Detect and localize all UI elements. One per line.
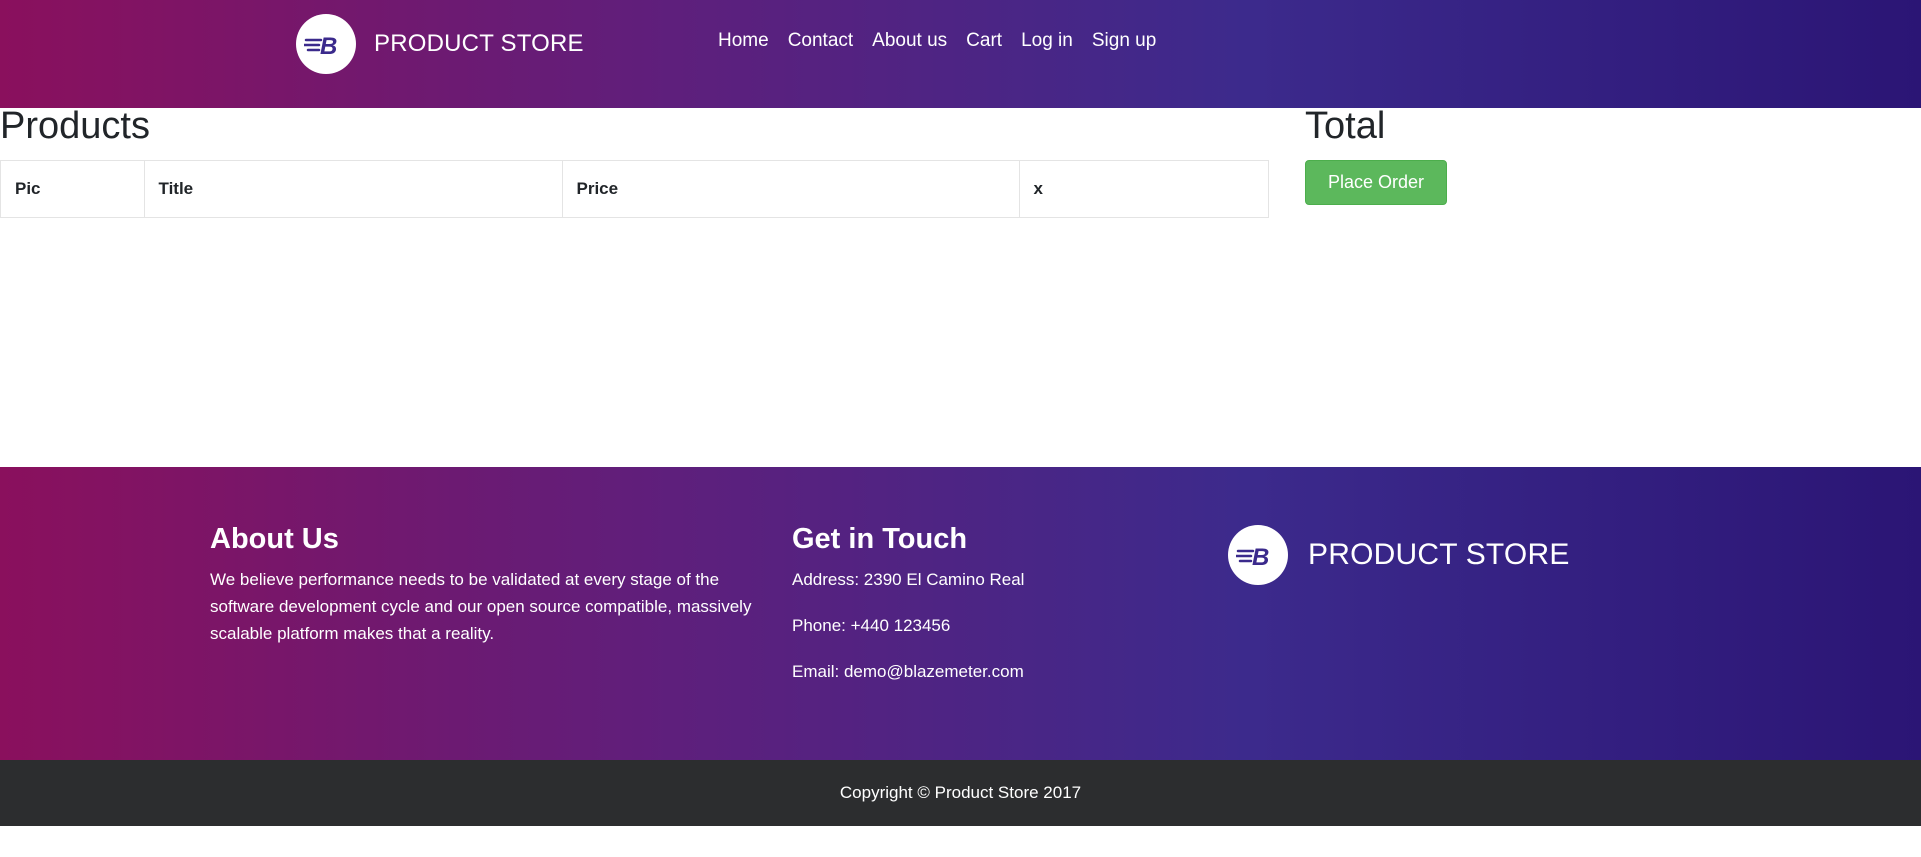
column-header-delete: x [1033,179,1043,198]
footer-address: Address: 2390 El Camino Real [792,570,1025,589]
nav-about-us[interactable]: About us [872,30,947,52]
navbar: B PRODUCT STORE Home Contact About us Ca… [0,0,1921,108]
nav-contact[interactable]: Contact [788,30,853,52]
place-order-button[interactable]: Place Order [1305,160,1447,205]
logo-icon: B [296,14,356,74]
cart-table: Pic Title Price x [0,160,1269,218]
footer-logo-icon: B [1228,525,1288,585]
column-header-title: Title [144,161,563,217]
svg-text:B: B [1252,544,1269,570]
footer-brand-name: PRODUCT STORE [1308,538,1570,571]
footer-contact-heading: Get in Touch [792,523,968,555]
footer: About Us We believe performance needs to… [0,467,1921,760]
nav-home[interactable]: Home [718,30,769,52]
footer-email: Email: demo@blazemeter.com [792,662,1024,681]
nav-cart[interactable]: Cart [966,30,1002,52]
footer-contact-section: Get in Touch Address: 2390 El Camino Rea… [792,523,1152,685]
footer-about-section: About Us We believe performance needs to… [210,523,770,647]
column-header-pic: Pic [1,161,145,217]
copyright-bar: Copyright © Product Store 2017 [0,760,1921,826]
column-header-price: Price [562,161,1020,217]
footer-about-text: We believe performance needs to be valid… [210,570,752,643]
nav-menu: Home Contact About us Cart Log in Sign u… [718,30,1175,52]
brand-link[interactable]: B PRODUCT STORE [296,14,584,74]
total-heading: Total [1305,105,1386,147]
svg-text:B: B [320,33,337,59]
brand-name: PRODUCT STORE [374,30,584,57]
footer-about-heading: About Us [210,523,339,555]
footer-brand: B PRODUCT STORE [1228,525,1570,585]
products-heading: Products [0,105,150,147]
nav-sign-up[interactable]: Sign up [1092,30,1156,52]
nav-log-in[interactable]: Log in [1021,30,1073,52]
footer-phone: Phone: +440 123456 [792,616,951,635]
table-header-row: Pic Title Price x [1,161,1268,217]
copyright-text: Copyright © Product Store 2017 [839,783,1082,802]
